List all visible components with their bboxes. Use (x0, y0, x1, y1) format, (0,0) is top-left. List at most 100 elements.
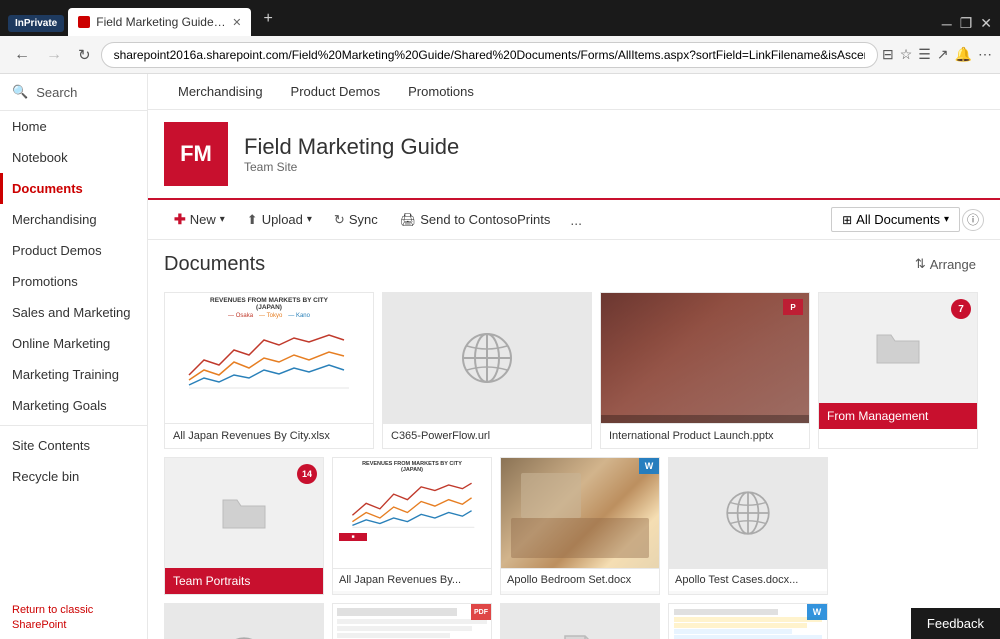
documents-area: Documents ⇅ Arrange REVENUES FROM MARKET… (148, 240, 1000, 639)
classic-sharepoint-link[interactable]: Return to classic SharePoint (12, 604, 93, 631)
sidebar-item-merchandising[interactable]: Merchandising (0, 204, 147, 235)
all-documents-button[interactable]: ⊞ All Documents ▾ (831, 207, 960, 232)
dropdown-chevron-icon: ▾ (944, 214, 949, 225)
close-tab-icon[interactable]: ✕ (232, 16, 241, 29)
sidebar-item-site-contents[interactable]: Site Contents (0, 430, 147, 461)
reader-view-icon[interactable]: ⊟ (882, 46, 894, 63)
doc-card-powerflow[interactable]: C365-PowerFlow.url (382, 292, 592, 449)
new-button[interactable]: ✚ New ▾ (164, 206, 235, 233)
sidebar-item-documents[interactable]: Documents (0, 173, 147, 204)
site-logo: FM (164, 122, 228, 186)
sidebar-item-marketing-training[interactable]: Marketing Training (0, 359, 147, 390)
minimize-icon[interactable]: ─ (942, 16, 952, 32)
sidebar-item-promotions[interactable]: Promotions (0, 266, 147, 297)
info-button[interactable]: ⓘ (962, 209, 984, 231)
printer-icon: 🖨 (400, 212, 417, 228)
doc-card-folder-portraits[interactable]: 14 Team Portraits (164, 457, 324, 595)
folder-label-management: From Management (819, 403, 977, 429)
browser-controls: ─ ❐ ✕ (942, 15, 992, 32)
doc-card-apollo-test[interactable]: Apollo Test Cases.docx... (668, 457, 828, 595)
send-to-button[interactable]: 🖨 Send to ContosoPrints (390, 207, 561, 233)
document-grid: REVENUES FROM MARKETS BY CITY(JAPAN) — O… (164, 292, 984, 639)
browser-right-icons: ⊟ ☆ ☰ ↗ 🔔 ⋯ (882, 46, 992, 63)
app-container: 🔍 Search Home Notebook Documents Merchan… (0, 74, 1000, 639)
sync-icon: ↻ (334, 212, 345, 228)
doc-name-bedroom: Apollo Bedroom Set.docx (501, 568, 659, 591)
doc-thumbnail-globe3 (165, 604, 323, 639)
folder-thumbnail-portraits: 14 (165, 458, 323, 568)
site-subtitle: Team Site (244, 160, 459, 174)
sidebar: 🔍 Search Home Notebook Documents Merchan… (0, 74, 148, 639)
doc-card-bedroom[interactable]: W Apollo Bedroom Set.docx (500, 457, 660, 595)
doc-name-excel2: All Japan Revenues By... (333, 568, 491, 591)
doc-thumbnail-bedroom: W (501, 458, 659, 568)
tab-merchandising[interactable]: Merchandising (164, 74, 277, 109)
tab-product-demos[interactable]: Product Demos (277, 74, 395, 109)
sidebar-item-product-demos[interactable]: Product Demos (0, 235, 147, 266)
refresh-button[interactable]: ↻ (72, 42, 97, 68)
inprivate-badge: InPrivate (8, 15, 64, 32)
site-title-area: Field Marketing Guide Team Site (244, 134, 459, 174)
documents-header: Documents ⇅ Arrange (164, 252, 984, 276)
doc-card-excel2[interactable]: REVENUES FROM MARKETS BY CITY(JAPAN) ■ (332, 457, 492, 595)
doc-card-file[interactable]: Contoso Purchasing Pro... (500, 603, 660, 639)
doc-card-powerflow2[interactable]: C365-PowerFlow.url (164, 603, 324, 639)
documents-title: Documents (164, 253, 265, 276)
folder-thumbnail-management: 7 (819, 293, 977, 403)
upload-dropdown-icon: ▾ (307, 214, 312, 225)
tab-title: Field Marketing Guide - ... (96, 15, 226, 29)
forward-button[interactable]: → (40, 42, 68, 68)
sidebar-search[interactable]: 🔍 Search (0, 74, 147, 111)
search-label: Search (36, 85, 77, 100)
new-tab-button[interactable]: + (255, 6, 280, 32)
settings-more-icon[interactable]: ⋯ (978, 46, 992, 63)
sidebar-item-notebook[interactable]: Notebook (0, 142, 147, 173)
doc-thumbnail-globe (383, 293, 591, 423)
content-tabs-bar: Merchandising Product Demos Promotions (148, 74, 1000, 110)
doc-card-pptx[interactable]: P International Product Launch.pptx (600, 292, 810, 449)
toolbar: ✚ New ▾ ⬆ Upload ▾ ↻ Sync 🖨 Send to Cont… (148, 198, 1000, 240)
folder-label-portraits: Team Portraits (165, 568, 323, 594)
site-title: Field Marketing Guide (244, 134, 459, 160)
doc-card-excel-chart[interactable]: REVENUES FROM MARKETS BY CITY(JAPAN) — O… (164, 292, 374, 449)
doc-thumbnail-pdf: PDF (333, 604, 491, 639)
new-icon: ✚ (174, 211, 186, 228)
address-bar[interactable] (101, 42, 878, 68)
sync-button[interactable]: ↻ Sync (324, 207, 388, 233)
tab-promotions[interactable]: Promotions (394, 74, 488, 109)
browser-chrome: InPrivate Field Marketing Guide - ... ✕ … (0, 0, 1000, 36)
share-icon[interactable]: ↗ (937, 46, 949, 63)
favorites-icon[interactable]: ☆ (900, 46, 913, 63)
site-header: FM Field Marketing Guide Team Site (148, 110, 1000, 198)
more-button[interactable]: ... (562, 207, 590, 233)
sidebar-item-sales-marketing[interactable]: Sales and Marketing (0, 297, 147, 328)
doc-thumbnail-pptx: P (601, 293, 809, 423)
doc-thumbnail-excel: REVENUES FROM MARKETS BY CITY(JAPAN) — O… (165, 293, 373, 423)
sidebar-item-recycle-bin[interactable]: Recycle bin (0, 461, 147, 492)
sidebar-item-marketing-goals[interactable]: Marketing Goals (0, 390, 147, 421)
sidebar-item-online-marketing[interactable]: Online Marketing (0, 328, 147, 359)
back-button[interactable]: ← (8, 42, 36, 68)
notifications-icon[interactable]: 🔔 (955, 46, 972, 63)
doc-name-excel-chart: All Japan Revenues By City.xlsx (165, 423, 373, 448)
feedback-button[interactable]: Feedback (911, 608, 1000, 639)
hub-icon[interactable]: ☰ (918, 46, 931, 63)
active-tab[interactable]: Field Marketing Guide - ... ✕ (68, 8, 251, 36)
restore-icon[interactable]: ❐ (960, 15, 973, 32)
browser-navbar: ← → ↻ ⊟ ☆ ☰ ↗ 🔔 ⋯ (0, 36, 1000, 74)
sidebar-item-home[interactable]: Home (0, 111, 147, 142)
doc-card-folder-management[interactable]: 7 From Management (818, 292, 978, 449)
sidebar-footer: Return to classic SharePoint (0, 593, 147, 639)
doc-thumbnail-contract: W (669, 604, 827, 639)
doc-card-contract[interactable]: W (668, 603, 828, 639)
main-content: Merchandising Product Demos Promotions F… (148, 74, 1000, 639)
upload-icon: ⬆ (247, 212, 258, 228)
doc-thumbnail-globe2 (669, 458, 827, 568)
new-dropdown-icon: ▾ (220, 214, 225, 225)
doc-card-pdf[interactable]: PDF Contoso Product Laun... (332, 603, 492, 639)
upload-button[interactable]: ⬆ Upload ▾ (237, 207, 322, 233)
search-icon: 🔍 (12, 84, 28, 100)
arrange-button[interactable]: ⇅ Arrange (907, 252, 984, 276)
grid-icon: ⊞ (842, 213, 852, 227)
window-close-icon[interactable]: ✕ (980, 15, 992, 32)
